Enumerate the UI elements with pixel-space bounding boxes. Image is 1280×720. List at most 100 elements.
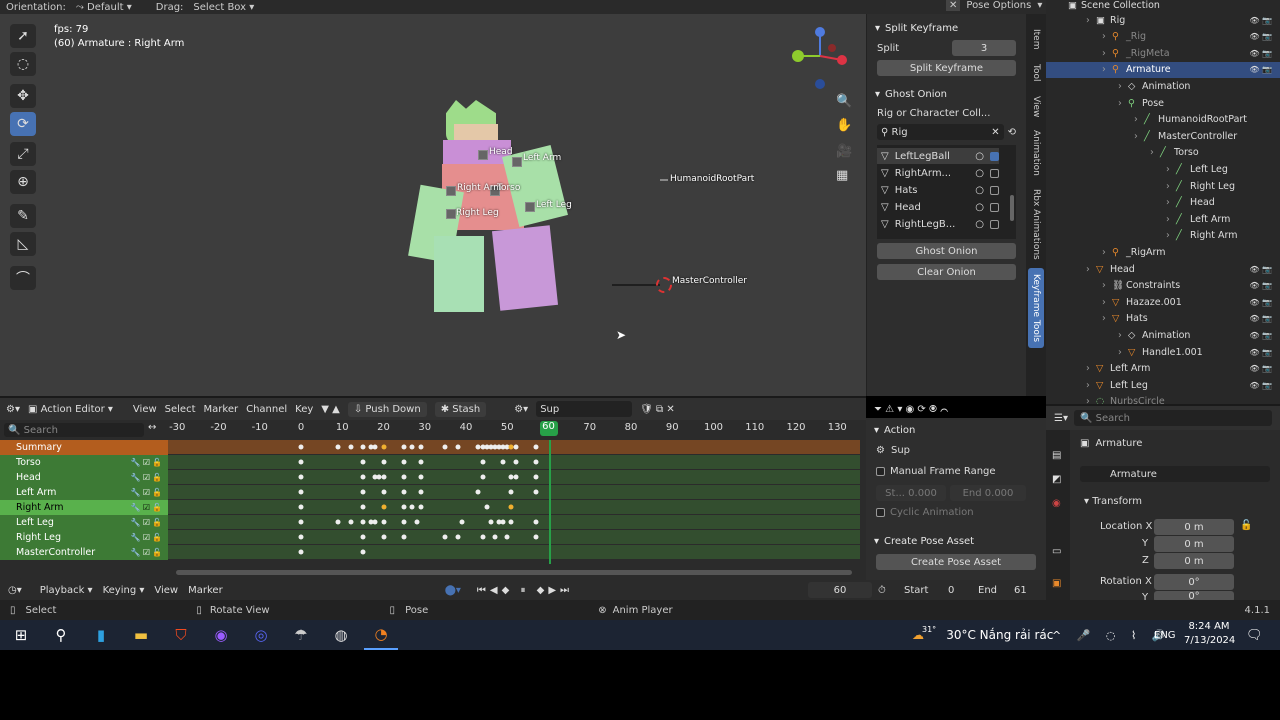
clock-time[interactable]: 8:24 AM xyxy=(1184,621,1234,632)
radio-icon[interactable]: ○ xyxy=(975,151,984,162)
expand-arrow-icon[interactable]: › xyxy=(1118,347,1128,358)
keyframe[interactable] xyxy=(480,459,485,465)
tab-rbx-animations[interactable]: Rbx Animations xyxy=(1028,184,1044,264)
expand-arrow-icon[interactable]: › xyxy=(1118,81,1128,92)
ghost-checkbox[interactable] xyxy=(990,202,999,212)
tab-item[interactable]: Item xyxy=(1028,24,1044,54)
zoom-icon[interactable]: 🔍 xyxy=(836,94,852,109)
action-browse-icon[interactable]: ⚙▾ xyxy=(514,404,528,415)
channel-track[interactable] xyxy=(168,500,860,514)
rotation-x-field[interactable]: 0° xyxy=(1154,574,1234,590)
keyframe[interactable] xyxy=(298,504,304,510)
camera-view-icon[interactable]: 🎥 xyxy=(836,144,852,159)
pose-tool-icon[interactable]: ⌒ xyxy=(10,266,36,290)
keyframe[interactable] xyxy=(533,459,539,465)
blender-icon[interactable]: ◔ xyxy=(364,620,398,650)
summary-channel[interactable]: Summary xyxy=(0,440,168,455)
keyframe[interactable] xyxy=(409,444,415,450)
grid-view-icon[interactable]: ▦ xyxy=(836,168,848,183)
file-explorer-icon[interactable]: ▬ xyxy=(124,620,158,650)
keyframe[interactable] xyxy=(360,504,366,510)
tab-view[interactable]: View xyxy=(1028,92,1044,122)
keyframe[interactable] xyxy=(513,459,518,465)
keyframe[interactable] xyxy=(480,474,485,480)
location-x-field[interactable]: 0 m xyxy=(1154,519,1234,535)
location-z-field[interactable]: 0 m xyxy=(1154,553,1234,569)
outliner-item[interactable]: › ╱ Torso xyxy=(1046,145,1280,161)
keyframe[interactable] xyxy=(401,534,407,540)
keyframe[interactable] xyxy=(381,534,386,540)
keyframe[interactable] xyxy=(401,489,407,495)
outliner-item[interactable]: › ╱ Left Leg xyxy=(1046,161,1280,177)
channel-track[interactable] xyxy=(168,545,860,559)
channel-row[interactable]: Torso 🔧☑🔓 xyxy=(0,455,168,470)
start-field[interactable]: 0 xyxy=(948,585,954,596)
outliner-item[interactable]: › ▣ Rig 👁 📷 xyxy=(1046,12,1280,28)
action-header[interactable]: ▾ Action xyxy=(866,421,1046,439)
rig-collection-field[interactable]: ⚲ Rig ✕ xyxy=(877,124,1004,140)
keyframe[interactable] xyxy=(372,444,378,450)
ghost-list-item[interactable]: ▽ RightLegB... ○ xyxy=(877,216,999,232)
channel-toggle-icons[interactable]: 🔧☑🔓 xyxy=(131,458,164,467)
ghost-list-item[interactable]: ▽ LeftLegBall ○ xyxy=(877,148,999,164)
keyframe-tracks[interactable]: Summary Torso 🔧☑🔓 Head 🔧☑🔓 Left Arm 🔧☑🔓 Right A… xyxy=(0,440,860,564)
notifications-icon[interactable]: 🗨 xyxy=(1246,628,1263,643)
keyframe[interactable] xyxy=(401,519,407,525)
keyframe[interactable] xyxy=(401,504,407,510)
keyframe[interactable] xyxy=(484,504,490,510)
expand-arrow-icon[interactable]: › xyxy=(1166,230,1176,241)
expand-arrow-icon[interactable]: › xyxy=(1150,147,1160,158)
channel-track[interactable] xyxy=(168,530,860,544)
outliner-item[interactable]: › ▽ Head 👁 📷 xyxy=(1046,261,1280,277)
ghost-checkbox[interactable] xyxy=(990,151,999,161)
expand-arrow-icon[interactable]: › xyxy=(1086,363,1096,374)
action-name-field[interactable]: Sup xyxy=(536,401,633,417)
app-icon-2[interactable]: ☂ xyxy=(284,620,318,650)
visibility-icon[interactable]: 👁 📷 xyxy=(1249,348,1272,357)
frame-ruler[interactable]: -30 -20 -10 0 10 20 30 40 50 60 70 80 90 100 110 120 130… xyxy=(166,421,860,438)
menu-key[interactable]: Key xyxy=(295,404,313,415)
keyframe[interactable] xyxy=(414,519,419,525)
3d-viewport[interactable]: fps: 79 (60) Armature : Right Arm ➚ ◌ ✥ … xyxy=(0,14,866,396)
keyframe[interactable] xyxy=(381,474,386,480)
visibility-icon[interactable]: 👁 📷 xyxy=(1249,32,1272,41)
expand-arrow-icon[interactable]: › xyxy=(1166,181,1176,192)
measure-tool-icon[interactable]: ◺ xyxy=(10,232,36,256)
stopwatch-icon[interactable]: ⏱ xyxy=(878,585,886,596)
annotate-tool-icon[interactable]: ✎ xyxy=(10,204,36,228)
visibility-icon[interactable]: 👁 📷 xyxy=(1249,65,1272,74)
keyframe[interactable] xyxy=(533,474,539,480)
keyframe[interactable] xyxy=(381,489,386,495)
channel-track[interactable] xyxy=(168,485,860,499)
ghost-checkbox[interactable] xyxy=(990,219,999,229)
refresh-icon[interactable]: ⟲ xyxy=(1008,127,1016,138)
editor-type-dropdown-timeline[interactable]: ◷▾ xyxy=(0,585,30,596)
obs-icon[interactable]: ◍ xyxy=(324,620,358,650)
editor-type-icon[interactable]: ☰▾ xyxy=(1054,413,1068,424)
channel-row[interactable]: Left Arm 🔧☑🔓 xyxy=(0,485,168,500)
outliner-item[interactable]: › ◇ Animation 👁 📷 xyxy=(1046,327,1280,343)
menu-select[interactable]: Select xyxy=(165,404,196,415)
tab-animation[interactable]: Animation xyxy=(1028,126,1044,180)
scale-tool-icon[interactable]: ⤢ xyxy=(10,142,36,166)
outliner-item[interactable]: › ⚲ Armature 👁 📷 xyxy=(1046,61,1280,78)
keyframe[interactable] xyxy=(488,519,494,525)
expand-arrow-icon[interactable]: › xyxy=(1166,197,1176,208)
keyframe[interactable] xyxy=(475,489,481,495)
keyframe[interactable] xyxy=(298,519,304,525)
weather-widget[interactable]: ☁ 31° 30°C Nắng rải rác xyxy=(912,625,1053,643)
outliner-item[interactable]: › ╱ Right Leg xyxy=(1046,178,1280,194)
menu-keying[interactable]: Keying ▾ xyxy=(103,585,145,596)
expand-arrow-icon[interactable]: › xyxy=(1086,15,1096,26)
outliner-item[interactable]: › ╱ Right Arm xyxy=(1046,228,1280,244)
outliner-item[interactable]: › ⛓ Constraints 👁 📷 xyxy=(1046,278,1280,294)
channel-track[interactable] xyxy=(168,515,860,529)
keyframe[interactable] xyxy=(418,474,424,480)
properties-search[interactable]: 🔍 Search xyxy=(1073,410,1272,426)
pan-hand-icon[interactable]: ✋ xyxy=(836,118,852,133)
outliner-item[interactable]: › ⚲ _RigArm xyxy=(1046,244,1280,260)
expand-arrow-icon[interactable]: › xyxy=(1166,164,1176,175)
visibility-icon[interactable]: 👁 📷 xyxy=(1249,298,1272,307)
current-frame-field[interactable]: 60 xyxy=(808,582,872,598)
collection-props-icon[interactable]: ▭ xyxy=(1052,546,1061,557)
